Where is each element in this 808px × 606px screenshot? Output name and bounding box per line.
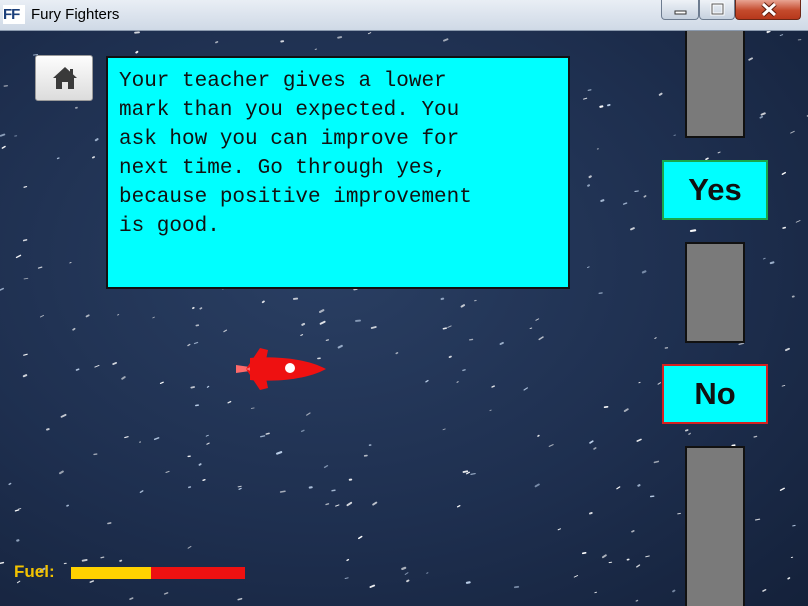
obstacle-pipe-middle [685, 242, 745, 343]
game-canvas[interactable]: Your teacher gives a lower mark than you… [0, 31, 808, 606]
maximize-button[interactable] [699, 0, 735, 20]
yes-answer-button[interactable]: Yes [662, 160, 768, 220]
fuel-gauge-fill [71, 567, 152, 579]
minimize-icon [674, 10, 687, 15]
minimize-button[interactable] [661, 0, 699, 20]
close-icon [761, 2, 777, 17]
close-button[interactable] [735, 0, 801, 20]
app-icon: FF [3, 5, 25, 24]
fuel-label: Fuel: [14, 562, 55, 581]
question-text: Your teacher gives a lower mark than you… [119, 70, 472, 238]
no-answer-button[interactable]: No [662, 364, 768, 424]
rocket-icon [236, 348, 326, 390]
obstacle-pipe-bottom [685, 446, 745, 606]
game-window: FF Fury Fighters Your teacher gives a lo… [0, 0, 808, 606]
home-button[interactable] [35, 55, 93, 101]
title-bar[interactable]: FF Fury Fighters [0, 0, 808, 31]
window-title: Fury Fighters [31, 6, 120, 23]
question-box: Your teacher gives a lower mark than you… [106, 56, 570, 289]
maximize-icon [710, 2, 725, 16]
fuel-gauge [71, 567, 245, 579]
home-icon [53, 67, 77, 89]
player-rocket[interactable] [232, 344, 328, 399]
obstacle-pipe-top [685, 31, 745, 138]
